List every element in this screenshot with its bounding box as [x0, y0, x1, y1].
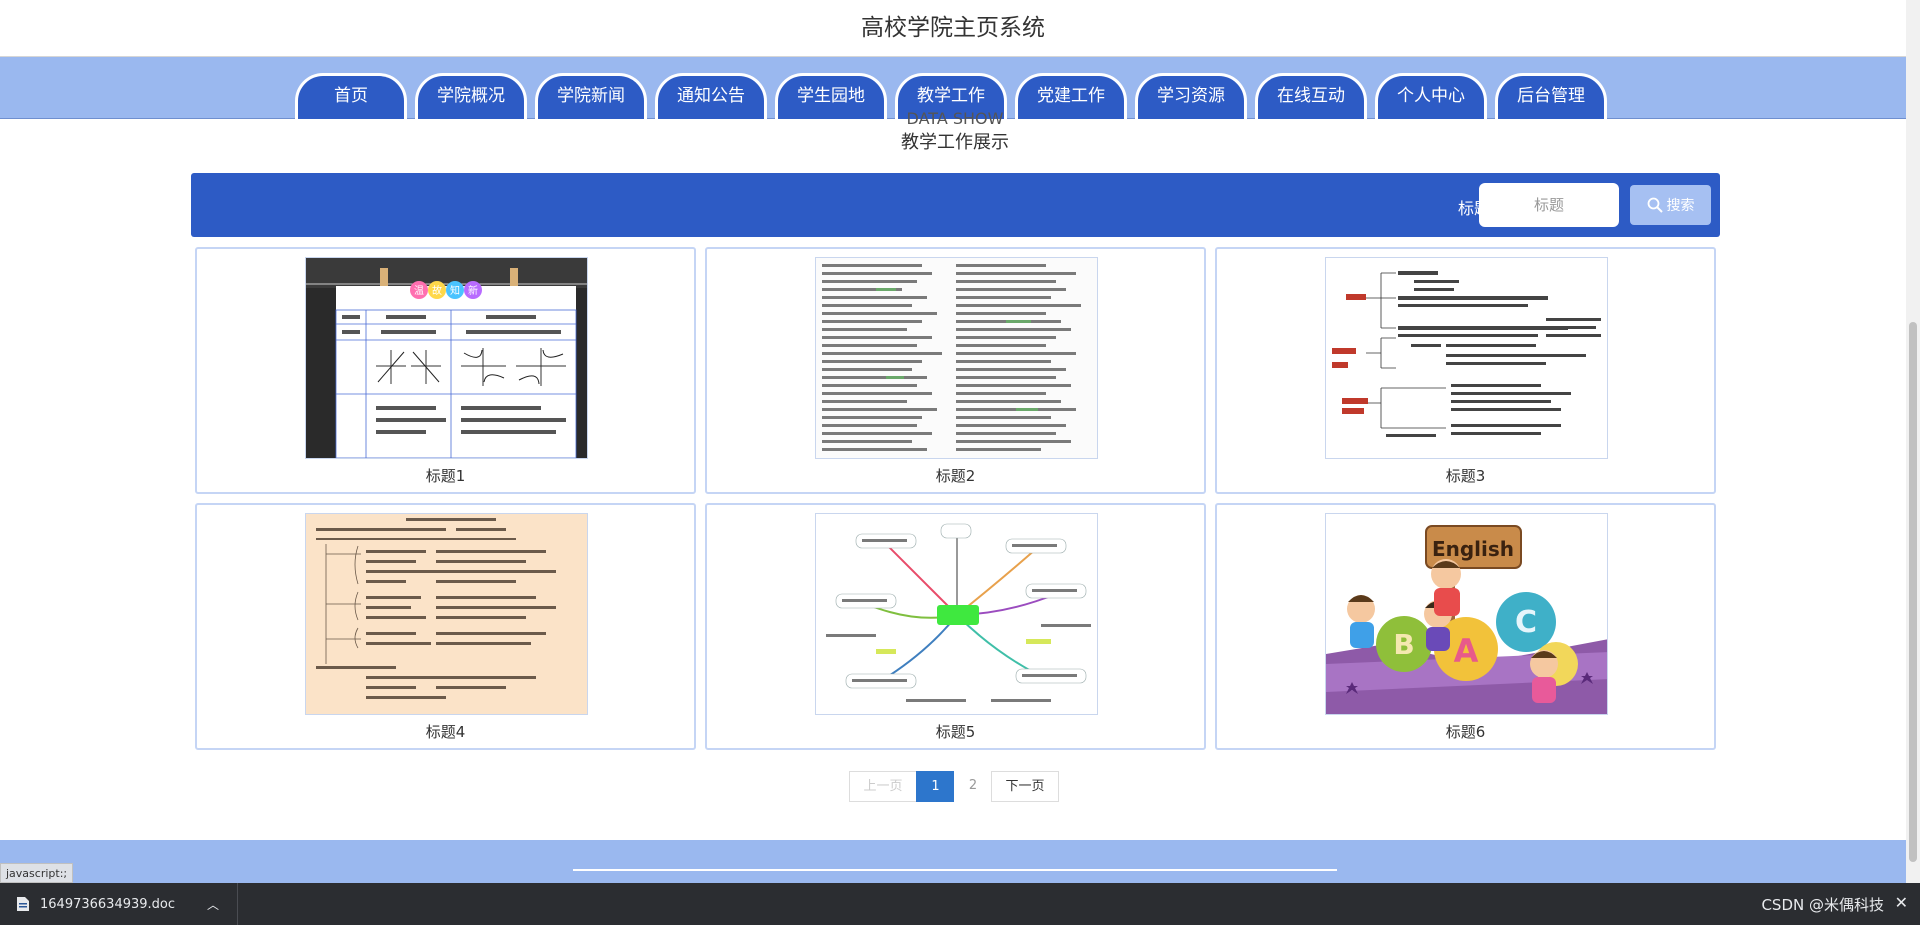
card-thumbnail-document	[815, 257, 1098, 459]
svg-text:B: B	[1393, 628, 1414, 661]
svg-text:A: A	[1454, 632, 1479, 670]
pagination: 上一页 1 2 下一页	[849, 771, 1059, 802]
chevron-up-icon[interactable]: ︿	[207, 896, 219, 913]
content-card[interactable]: 标题5	[705, 503, 1206, 750]
card-title: 标题2	[935, 467, 976, 485]
card-title: 标题6	[1445, 723, 1486, 741]
banner-char: 温	[414, 285, 424, 297]
prev-page-button[interactable]: 上一页	[849, 771, 917, 802]
page-button-2[interactable]: 2	[954, 771, 992, 802]
footer	[0, 840, 1906, 883]
download-file-name: 1649736634939.doc	[40, 896, 176, 912]
close-icon[interactable]: ✕	[1895, 893, 1908, 912]
content-grid: 温 故 知 新 标题1 标题2 标题3 标题4 标题5 English B C …	[195, 247, 1716, 750]
section-title: 教学工作展示	[901, 132, 1009, 153]
card-title: 标题5	[935, 723, 976, 741]
content-card[interactable]: English B C A 标题6	[1215, 503, 1716, 750]
content-card[interactable]: 标题4	[195, 503, 696, 750]
doc-file-icon	[17, 897, 29, 911]
card-thumbnail-english-cartoon: English B C A	[1325, 513, 1608, 715]
page-button-1[interactable]: 1	[916, 771, 955, 802]
card-title: 标题1	[425, 467, 466, 485]
banner-char: 新	[468, 284, 478, 297]
card-title: 标题3	[1445, 467, 1486, 485]
search-button[interactable]: 搜索	[1630, 185, 1711, 225]
search-input[interactable]	[1479, 183, 1619, 227]
english-sign-text: English	[1432, 537, 1514, 561]
download-item[interactable]: 1649736634939.doc ︿	[16, 883, 238, 925]
search-bar: 标题 搜索	[191, 173, 1720, 237]
card-thumbnail-math: 温 故 知 新	[305, 257, 588, 459]
card-title: 标题4	[425, 723, 466, 741]
scrollbar-thumb[interactable]	[1909, 322, 1917, 862]
card-thumbnail-outline	[305, 513, 588, 715]
next-page-button[interactable]: 下一页	[991, 771, 1059, 802]
banner-char: 知	[450, 284, 460, 297]
search-icon	[1647, 197, 1663, 213]
watermark: CSDN @米偶科技	[1761, 896, 1884, 914]
page: 高校学院主页系统 首页 学院概况 学院新闻 通知公告 学生园地 教学工作 党建工…	[0, 0, 1920, 925]
banner-char: 故	[432, 284, 442, 297]
content-card[interactable]: 标题2	[705, 247, 1206, 494]
svg-text:C: C	[1515, 605, 1537, 640]
page-scrollbar[interactable]	[1906, 0, 1920, 883]
site-title: 高校学院主页系统	[0, 0, 1906, 56]
content-card[interactable]: 温 故 知 新 标题1	[195, 247, 696, 494]
search-button-label: 搜索	[1666, 197, 1695, 213]
card-thumbnail-colorful-mindmap	[815, 513, 1098, 715]
card-thumbnail-mindmap	[1325, 257, 1608, 459]
footer-divider	[573, 869, 1337, 871]
download-bar: 1649736634939.doc ︿ CSDN @米偶科技 ✕	[0, 883, 1920, 925]
content-card[interactable]: 标题3	[1215, 247, 1716, 494]
status-url: javascript:;	[0, 863, 74, 883]
section-subtitle-en: DATA SHOW	[906, 109, 1004, 124]
